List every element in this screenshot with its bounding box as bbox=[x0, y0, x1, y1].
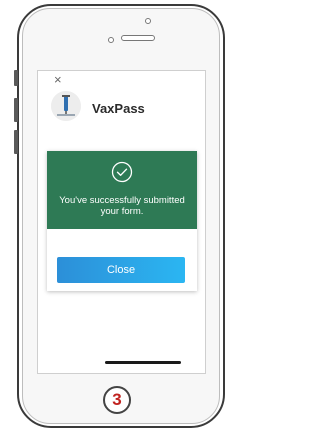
check-circle-icon bbox=[111, 161, 133, 183]
front-camera bbox=[145, 18, 151, 24]
earpiece-speaker bbox=[121, 35, 155, 41]
home-button[interactable]: 3 bbox=[103, 386, 131, 414]
volume-down-button bbox=[14, 130, 18, 154]
app-screen: × VaxPass You've successfully submitted … bbox=[37, 70, 206, 374]
dismiss-x-icon[interactable]: × bbox=[54, 73, 62, 86]
volume-up-button bbox=[14, 98, 18, 122]
success-message: You've successfully submitted your form. bbox=[59, 195, 185, 217]
app-title: VaxPass bbox=[92, 101, 145, 116]
mute-switch bbox=[14, 70, 18, 86]
home-indicator-bar bbox=[105, 361, 181, 364]
close-button[interactable]: Close bbox=[57, 257, 185, 283]
vaccine-logo-icon bbox=[51, 91, 81, 121]
proximity-sensor bbox=[108, 37, 114, 43]
success-dialog: You've successfully submitted your form.… bbox=[47, 151, 197, 291]
success-banner: You've successfully submitted your form. bbox=[47, 151, 197, 229]
